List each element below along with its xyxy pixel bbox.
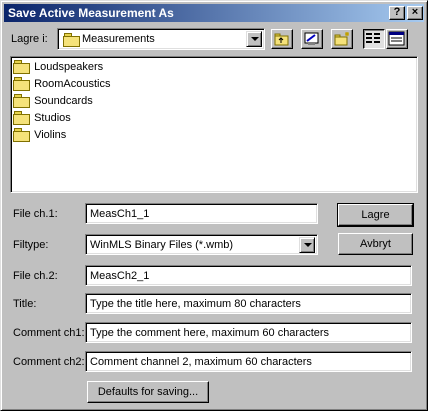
list-item[interactable]: Soundcards xyxy=(13,93,93,110)
list-view-icon xyxy=(366,33,380,43)
location-label: Lagre i: xyxy=(11,33,48,45)
folder-name: Soundcards xyxy=(34,95,93,107)
comment-ch2-value: Comment channel 2, maximum 60 characters xyxy=(90,356,312,368)
location-dropdown-button[interactable] xyxy=(246,31,262,47)
comment-ch2-label: Comment ch2: xyxy=(13,356,85,368)
open-folder-icon xyxy=(63,33,80,47)
list-item[interactable]: Violins xyxy=(13,127,66,144)
filetype-value: WinMLS Binary Files (*.wmb) xyxy=(90,239,234,251)
folder-icon xyxy=(13,127,30,142)
cancel-button[interactable]: Avbryt xyxy=(338,233,413,255)
filetype-label: Filtype: xyxy=(13,239,49,251)
folder-name: Loudspeakers xyxy=(34,61,104,73)
list-view-button[interactable] xyxy=(363,29,385,49)
file-ch1-value: MeasCh1_1 xyxy=(90,208,150,220)
comment-ch2-input[interactable]: Comment channel 2, maximum 60 characters xyxy=(85,351,412,372)
folder-list[interactable]: Loudspeakers RoomAcoustics Soundcards St… xyxy=(10,56,418,193)
window-title: Save Active Measurement As xyxy=(8,6,174,20)
up-folder-icon xyxy=(274,33,289,46)
location-combobox[interactable]: Measurements xyxy=(57,28,265,50)
file-ch2-label: File ch.2: xyxy=(13,270,58,282)
list-item[interactable]: Studios xyxy=(13,110,71,127)
help-button[interactable]: ? xyxy=(389,6,405,20)
title-bar[interactable]: Save Active Measurement As ? × xyxy=(4,4,424,22)
folder-icon xyxy=(13,110,30,125)
file-ch1-input[interactable]: MeasCh1_1 xyxy=(85,203,318,224)
new-folder-icon xyxy=(334,32,349,46)
filetype-select[interactable]: WinMLS Binary Files (*.wmb) xyxy=(85,234,318,255)
file-ch2-value: MeasCh2_1 xyxy=(90,270,150,282)
title-value: Type the title here, maximum 80 characte… xyxy=(90,298,301,310)
save-dialog: Save Active Measurement As ? × Lagre i: … xyxy=(0,0,428,411)
details-view-icon xyxy=(388,31,405,46)
comment-ch1-input[interactable]: Type the comment here, maximum 60 charac… xyxy=(85,322,412,343)
save-button[interactable]: Lagre xyxy=(337,203,414,227)
folder-name: Violins xyxy=(34,129,67,141)
defaults-button[interactable]: Defaults for saving... xyxy=(87,381,209,403)
title-input[interactable]: Type the title here, maximum 80 characte… xyxy=(85,293,412,314)
folder-icon xyxy=(13,59,30,74)
desktop-icon xyxy=(304,32,319,45)
list-item[interactable]: RoomAcoustics xyxy=(13,76,110,93)
folder-name: Studios xyxy=(34,112,71,124)
file-ch1-label: File ch.1: xyxy=(13,208,58,220)
location-value: Measurements xyxy=(82,33,155,45)
folder-icon xyxy=(13,76,30,91)
new-folder-button[interactable] xyxy=(331,29,353,49)
comment-ch1-value: Type the comment here, maximum 60 charac… xyxy=(90,327,330,339)
file-ch2-input[interactable]: MeasCh2_1 xyxy=(85,265,412,286)
filetype-dropdown-button[interactable] xyxy=(299,237,315,253)
folder-name: RoomAcoustics xyxy=(34,78,111,90)
list-item[interactable]: Loudspeakers xyxy=(13,59,103,76)
details-view-button[interactable] xyxy=(386,29,408,49)
title-label: Title: xyxy=(13,298,37,310)
folder-icon xyxy=(13,93,30,108)
up-folder-button[interactable] xyxy=(271,29,293,49)
desktop-button[interactable] xyxy=(301,29,323,49)
comment-ch1-label: Comment ch1: xyxy=(13,327,85,339)
close-button[interactable]: × xyxy=(407,6,423,20)
